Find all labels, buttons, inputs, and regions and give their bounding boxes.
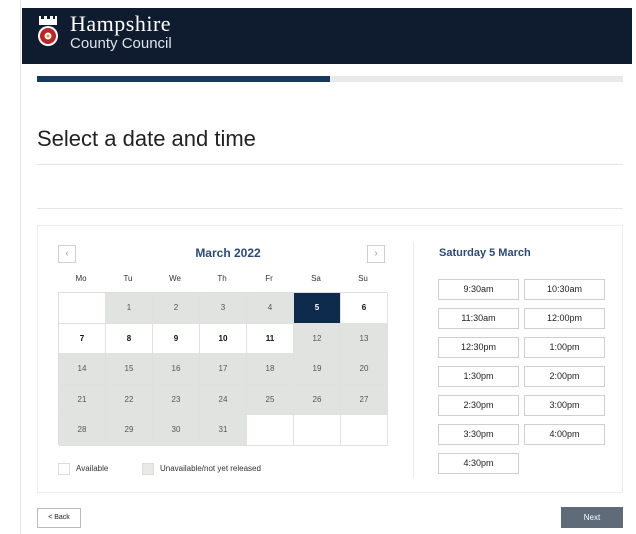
calendar-day-unavailable: 1 [106, 293, 153, 324]
time-slot-button[interactable]: 1:30pm [438, 366, 519, 387]
calendar-day-unavailable: 21 [59, 384, 106, 415]
prev-month-button[interactable]: ‹ [58, 245, 76, 263]
calendar-day-unavailable: 3 [200, 293, 247, 324]
legend-available-label: Available [76, 464, 109, 473]
calendar-day-unavailable: 27 [341, 384, 388, 415]
legend-available: Available [58, 462, 108, 476]
time-slot-button[interactable]: 3:30pm [438, 424, 519, 445]
logo-line-2: County Council [70, 35, 172, 52]
time-slot-button[interactable]: 12:00pm [524, 308, 605, 329]
booking-panel: ‹ March 2022 › Mo Tu We Th Fr Sa Su 1234567891… [37, 225, 623, 493]
calendar-day-unavailable: 14 [59, 354, 106, 385]
calendar-day-available[interactable]: 6 [341, 293, 388, 324]
calendar-day-available[interactable]: 7 [59, 323, 106, 354]
calendar-empty-cell [247, 415, 294, 446]
month-label: March 2022 [195, 246, 261, 260]
time-slot-button[interactable]: 12:30pm [438, 337, 519, 358]
page-title: Select a date and time [37, 126, 256, 151]
site-header: Hampshire County Council [22, 8, 632, 64]
back-button[interactable]: < Back [37, 508, 81, 528]
calendar-day-unavailable: 16 [153, 354, 200, 385]
time-slot-button[interactable]: 9:30am [438, 279, 519, 300]
progress-fill [37, 76, 330, 82]
calendar-day-unavailable: 28 [59, 415, 106, 446]
county-crest-icon[interactable] [37, 16, 59, 50]
next-button[interactable]: Next [561, 507, 623, 528]
page-border [20, 0, 21, 534]
selected-day-title: Saturday 5 March [439, 247, 531, 259]
calendar-day-unavailable: 29 [106, 415, 153, 446]
weekday-label: Th [217, 274, 227, 283]
divider [37, 208, 623, 209]
time-slot-button[interactable]: 2:30pm [438, 395, 519, 416]
time-slot-button[interactable]: 11:30am [438, 308, 519, 329]
calendar-day-unavailable: 31 [200, 415, 247, 446]
weekday-label: Sa [311, 274, 321, 283]
calendar-day-unavailable: 19 [294, 354, 341, 385]
unavailable-swatch [142, 462, 154, 475]
time-slot-button[interactable]: 4:30pm [438, 453, 519, 474]
calendar-day-available[interactable]: 8 [106, 323, 153, 354]
divider [37, 164, 623, 165]
calendar-day-unavailable: 2 [153, 293, 200, 324]
calendar-day-unavailable: 12 [294, 323, 341, 354]
calendar-day-unavailable: 26 [294, 384, 341, 415]
chevron-left-icon: ‹ [65, 248, 69, 259]
calendar-day-available[interactable]: 10 [200, 323, 247, 354]
time-slot-button[interactable]: 1:00pm [524, 337, 605, 358]
next-month-button[interactable]: › [367, 245, 385, 263]
chevron-right-icon: › [374, 248, 378, 259]
panel-divider [413, 242, 414, 478]
calendar-day-unavailable: 22 [106, 384, 153, 415]
weekday-label: Fr [265, 274, 273, 283]
calendar-grid: 1 2 3 4 5 6 7 8 9 10 11 12 13 14 15 16 17 18 19 20 21 22 23 24 2… [58, 292, 388, 446]
weekday-label: Tu [123, 274, 133, 283]
calendar-day-unavailable: 15 [106, 354, 153, 385]
calendar-day-available[interactable]: 11 [247, 323, 294, 354]
calendar-day-unavailable: 24 [200, 384, 247, 415]
time-slot-button[interactable]: 10:30am [524, 279, 605, 300]
calendar-day-unavailable: 13 [341, 323, 388, 354]
time-slot-button[interactable]: 3:00pm [524, 395, 605, 416]
calendar-day-selected[interactable]: 5 [294, 293, 341, 324]
legend-unavailable: Unavailable/not yet released [142, 462, 261, 476]
progress-bar [37, 76, 623, 82]
calendar-empty-cell [294, 415, 341, 446]
weekday-label: We [169, 274, 181, 283]
calendar-empty-cell [59, 293, 106, 324]
time-slot-button[interactable]: 4:00pm [524, 424, 605, 445]
calendar-day-unavailable: 18 [247, 354, 294, 385]
council-logo[interactable]: Hampshire County Council [70, 12, 172, 52]
calendar-day-unavailable: 17 [200, 354, 247, 385]
calendar-day-unavailable: 30 [153, 415, 200, 446]
legend-unavailable-label: Unavailable/not yet released [160, 464, 261, 473]
time-slot-button[interactable]: 2:00pm [524, 366, 605, 387]
calendar-empty-cell [341, 415, 388, 446]
calendar-day-unavailable: 25 [247, 384, 294, 415]
logo-line-1: Hampshire [70, 11, 172, 36]
weekday-label: Mo [75, 274, 87, 283]
calendar-day-unavailable: 20 [341, 354, 388, 385]
available-swatch [58, 462, 70, 475]
calendar-day-unavailable: 4 [247, 293, 294, 324]
weekday-label: Su [358, 274, 368, 283]
calendar-day-unavailable: 23 [153, 384, 200, 415]
calendar-day-available[interactable]: 9 [153, 323, 200, 354]
